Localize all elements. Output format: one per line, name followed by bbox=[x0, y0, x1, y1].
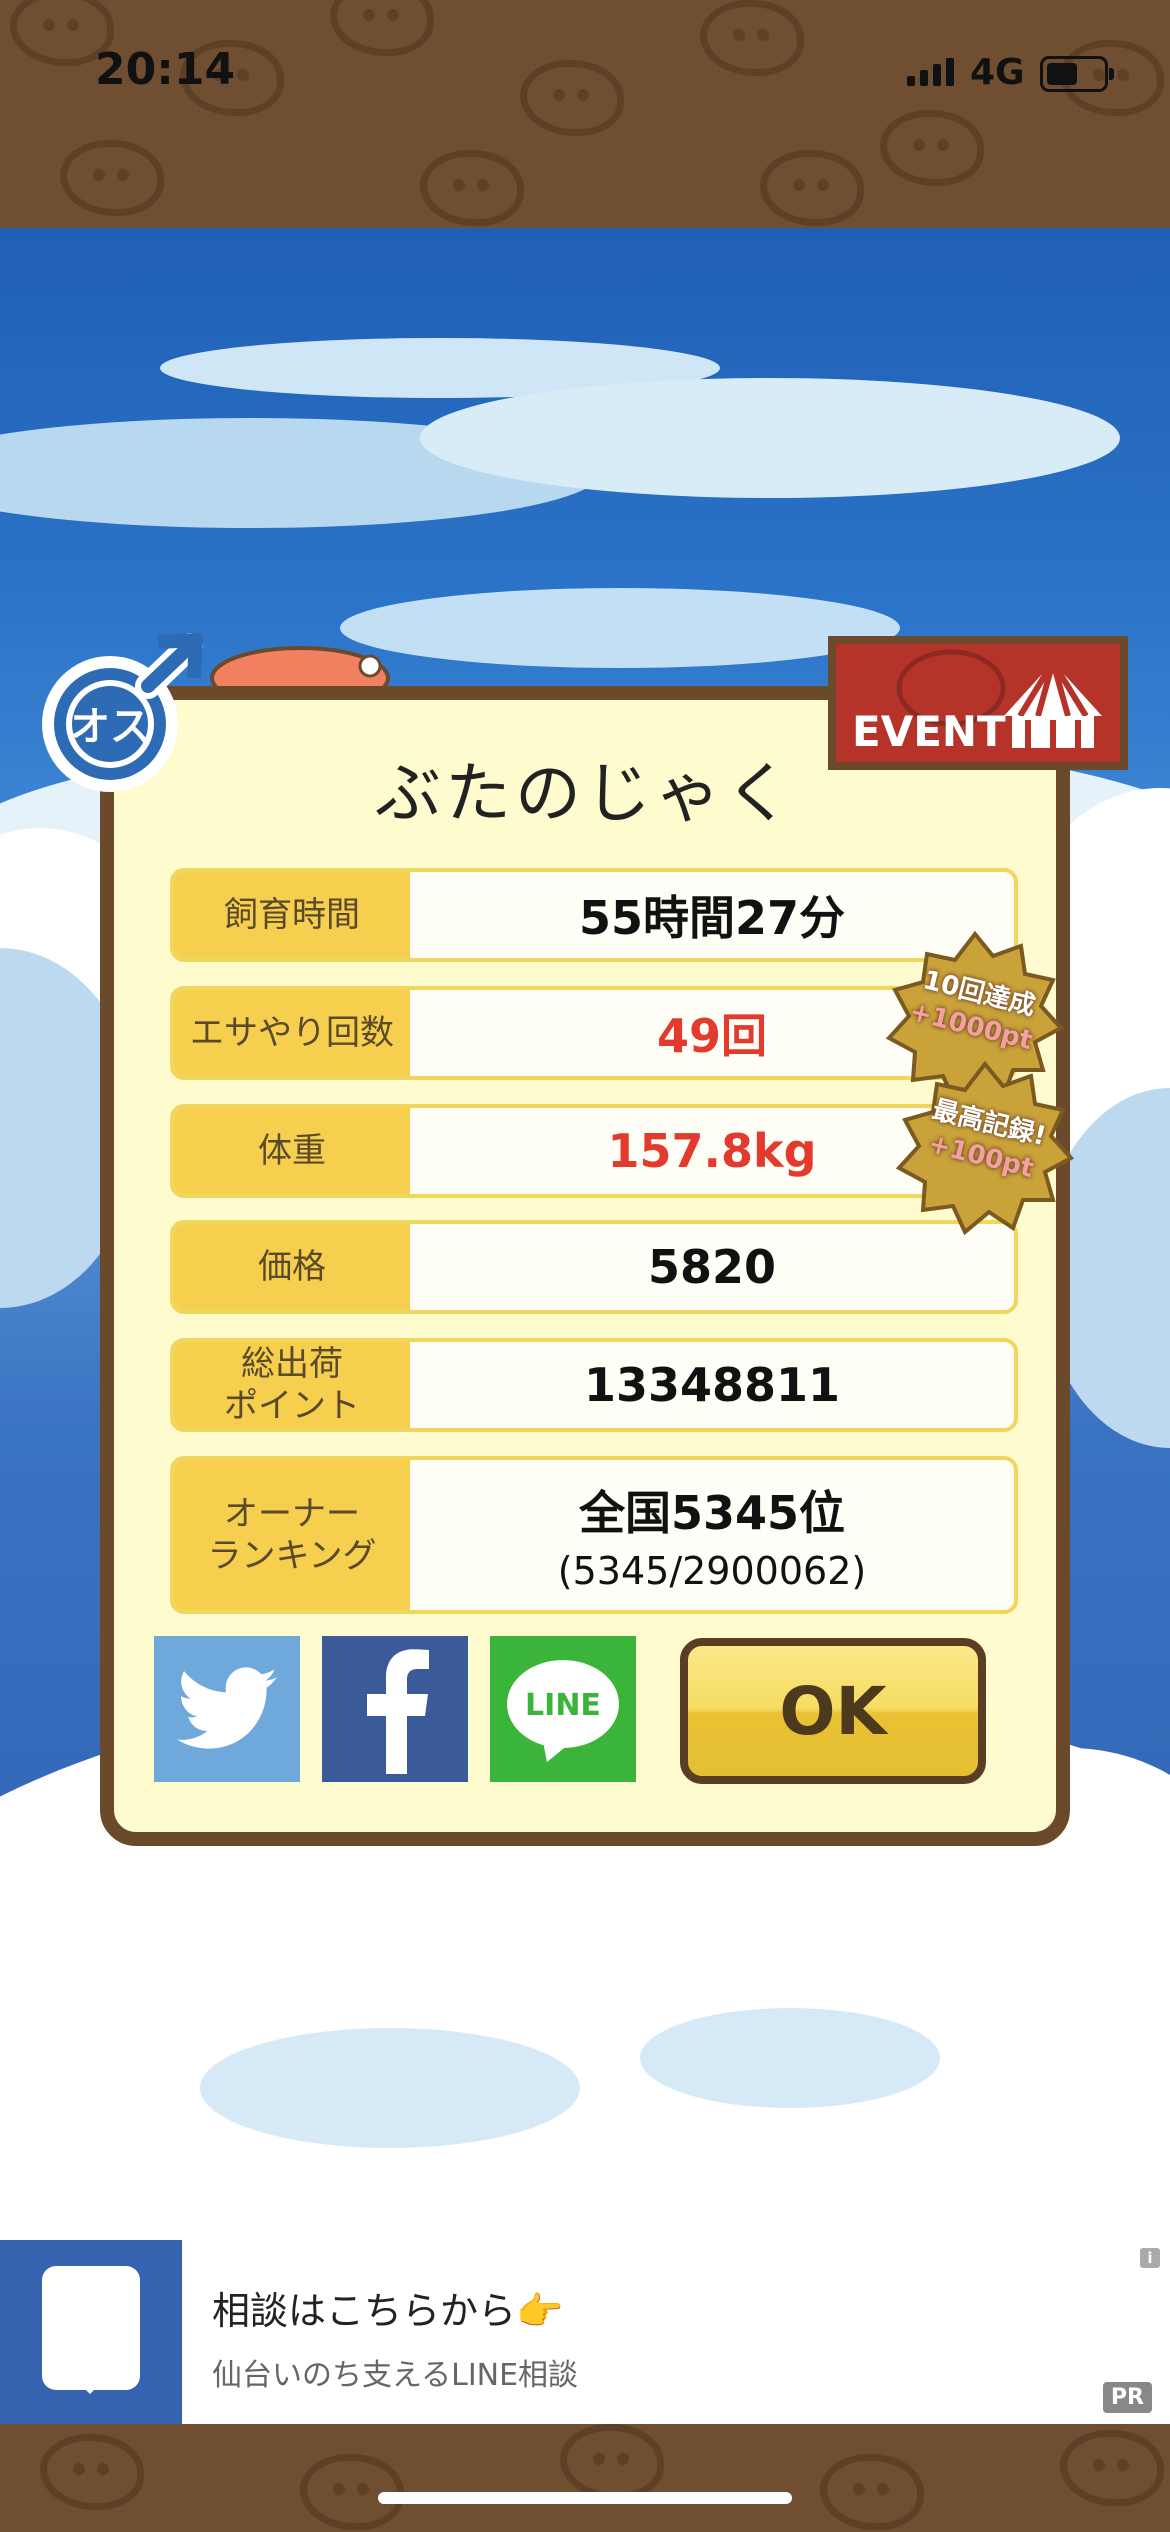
home-indicator[interactable] bbox=[378, 2492, 792, 2504]
event-badge[interactable]: EVENT bbox=[828, 636, 1128, 770]
stat-value: 13348811 bbox=[583, 1358, 841, 1412]
bottom-pattern-bar bbox=[0, 2424, 1170, 2532]
ad-subtitle: 仙台いのち支えるLINE相談 bbox=[212, 2358, 579, 2393]
bonus-badge-record: 最高記録! +100pt bbox=[895, 1060, 1075, 1240]
stat-row-price: 価格 5820 bbox=[170, 1220, 1018, 1314]
stat-value-group: 全国5345位 (5345/2900062) bbox=[410, 1460, 1014, 1610]
stat-label: エサやり回数 bbox=[174, 990, 410, 1076]
twitter-icon bbox=[177, 1667, 277, 1749]
event-label: EVENT bbox=[852, 707, 1006, 756]
stat-row-owner-ranking: オーナー ランキング 全国5345位 (5345/2900062) bbox=[170, 1456, 1018, 1614]
stat-row-total-points: 総出荷 ポイント 13348811 bbox=[170, 1338, 1018, 1432]
stat-label: 飼育時間 bbox=[174, 872, 410, 958]
ad-pr-badge: PR bbox=[1102, 2382, 1152, 2413]
status-time: 20:14 bbox=[95, 44, 236, 95]
stat-label: オーナー ランキング bbox=[174, 1460, 410, 1610]
facebook-icon bbox=[367, 1649, 429, 1774]
ok-button[interactable]: OK bbox=[680, 1638, 986, 1784]
pig-character-icon bbox=[210, 646, 390, 690]
stat-label: 総出荷 ポイント bbox=[174, 1342, 410, 1428]
twitter-share-button[interactable] bbox=[154, 1636, 300, 1782]
circus-tent-icon bbox=[1004, 660, 1102, 748]
ranking-value: 全国5345位 bbox=[578, 1486, 846, 1540]
male-gender-icon: オス bbox=[42, 633, 203, 792]
ad-banner[interactable]: 相談はこちらから👉 仙台いのち支えるLINE相談 i PR bbox=[0, 2240, 1170, 2424]
battery-icon bbox=[1040, 56, 1114, 92]
ad-info-icon[interactable]: i bbox=[1140, 2248, 1160, 2268]
speech-bubble-icon bbox=[42, 2266, 140, 2394]
result-dialog: ぶたのじゃく 飼育時間 55時間27分 エサやり回数 49回 体重 157.8k… bbox=[100, 686, 1070, 1846]
ranking-detail: (5345/2900062) bbox=[557, 1549, 867, 1593]
facebook-share-button[interactable] bbox=[322, 1636, 468, 1782]
stat-label: 価格 bbox=[174, 1224, 410, 1310]
stat-row-weight: 体重 157.8kg bbox=[170, 1104, 1018, 1198]
line-label: LINE bbox=[525, 1688, 601, 1723]
ad-title: 相談はこちらから👉 bbox=[212, 2289, 564, 2333]
ad-image bbox=[0, 2240, 182, 2424]
network-type: 4G bbox=[970, 52, 1025, 93]
gender-label: オス bbox=[70, 704, 150, 750]
status-bar: 20:14 4G bbox=[0, 0, 1170, 150]
cellular-signal-icon bbox=[907, 58, 954, 86]
line-share-button[interactable]: LINE bbox=[490, 1636, 636, 1782]
stat-label: 体重 bbox=[174, 1108, 410, 1194]
